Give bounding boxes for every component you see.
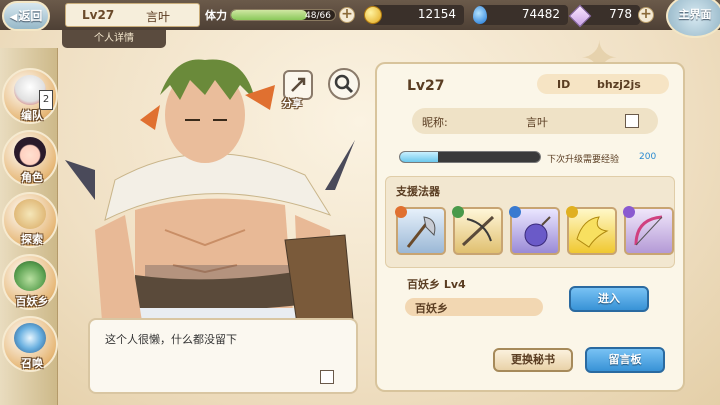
back-label: 返回 <box>18 9 43 23</box>
profile-level: Lv27 <box>407 78 445 94</box>
player-name: 言叶 <box>146 10 171 24</box>
rarity-tag <box>566 206 578 218</box>
village-icon <box>14 261 46 291</box>
sidebar-item-village[interactable]: 百妖乡 <box>2 254 58 310</box>
support-slot-bomb[interactable] <box>509 206 560 255</box>
player-level: Lv27 <box>82 8 115 22</box>
support-slot-crossbow[interactable] <box>452 206 503 255</box>
crystal-display: 74482 <box>478 5 568 25</box>
change-secretary-button[interactable]: 更换秘书 <box>493 348 573 372</box>
page: ✦ ✦ ✧ ◀返回 Lv27 言叶 体力 48/66 + 12154 74482… <box>0 0 720 405</box>
rarity-tag <box>452 206 464 218</box>
player-info-box: Lv27 言叶 <box>65 3 200 27</box>
id-label: ID <box>557 78 571 91</box>
support-slot-axe[interactable] <box>395 206 446 255</box>
signature-box: 这个人很懒，什么都没留下 <box>88 318 358 394</box>
village-name-box: 百妖乡 <box>405 298 543 316</box>
nickname-label: 昵称: <box>422 116 448 129</box>
edit-signature-icon[interactable] <box>320 370 334 384</box>
character-icon <box>14 137 46 167</box>
gem-value: 778 <box>609 7 632 21</box>
rarity-tag <box>509 206 521 218</box>
rarity-tag <box>623 206 635 218</box>
message-board-label: 留言板 <box>608 353 642 366</box>
stamina-label: 体力 <box>205 9 227 22</box>
exp-label: 下次升级需要经验 <box>547 155 620 165</box>
edit-nickname-icon[interactable] <box>625 114 639 128</box>
nickname-field: 昵称: 言叶 <box>412 108 658 134</box>
add-stamina-button[interactable]: + <box>339 7 355 23</box>
exp-value: 200 <box>639 152 657 162</box>
sidebar-item-label: 编队 <box>21 109 43 122</box>
support-slot-bow[interactable] <box>623 206 674 255</box>
exp-fill <box>400 152 438 162</box>
support-title: 支援法器 <box>396 185 440 198</box>
share-label: 分享 <box>282 99 302 110</box>
zoom-button[interactable] <box>328 68 360 100</box>
village-name: 百妖乡 <box>415 302 448 315</box>
support-slot-wings[interactable] <box>566 206 617 255</box>
home-label: 主界面 <box>678 8 712 21</box>
magnifier-icon <box>334 74 354 94</box>
player-id-box: ID bhzj2js <box>537 74 669 94</box>
stamina-value: 48/66 <box>305 11 331 21</box>
crystal-value: 74482 <box>521 7 560 21</box>
team-badge-value: 2 <box>42 94 50 105</box>
village-level-label: 百妖乡 Lv4 <box>407 278 466 291</box>
exp-bar <box>399 151 541 163</box>
nickname-value: 言叶 <box>526 116 548 129</box>
back-arrow-icon: ◀ <box>9 12 18 23</box>
rarity-tag <box>395 206 407 218</box>
home-button[interactable]: 主界面 <box>666 0 720 38</box>
sidebar-item-label: 召唤 <box>21 357 43 370</box>
support-section: 支援法器 <box>385 176 675 268</box>
explore-scroll-icon <box>14 199 46 229</box>
sidebar-item-team[interactable]: 2 编队 <box>2 68 58 124</box>
sidebar-item-character[interactable]: 角色 <box>2 130 58 186</box>
add-gem-button[interactable]: + <box>638 7 654 23</box>
back-button[interactable]: ◀返回 <box>2 1 50 31</box>
signature-text: 这个人很懒，什么都没留下 <box>105 333 237 346</box>
summon-icon <box>14 323 46 353</box>
enter-button[interactable]: 进入 <box>569 286 649 312</box>
sidebar-item-summon[interactable]: 召唤 <box>2 316 58 372</box>
gold-coin-icon <box>364 6 382 24</box>
id-value: bhzj2js <box>597 78 641 91</box>
profile-panel: Lv27 ID bhzj2js 昵称: 言叶 下次升级需要经验 200 支援法器… <box>375 62 685 392</box>
sidebar-item-label: 百妖乡 <box>15 295 49 308</box>
enter-label: 进入 <box>598 292 620 305</box>
crystal-drop-icon <box>473 6 487 24</box>
gold-value: 12154 <box>417 7 456 21</box>
change-secretary-label: 更换秘书 <box>511 353 555 366</box>
sidebar-item-label: 探索 <box>21 233 43 246</box>
sidebar-item-label: 角色 <box>21 171 43 184</box>
message-board-button[interactable]: 留言板 <box>585 347 665 373</box>
stamina-fill <box>231 10 307 20</box>
sidebar-item-explore[interactable]: 探索 <box>2 192 58 248</box>
gold-display: 12154 <box>372 5 464 25</box>
